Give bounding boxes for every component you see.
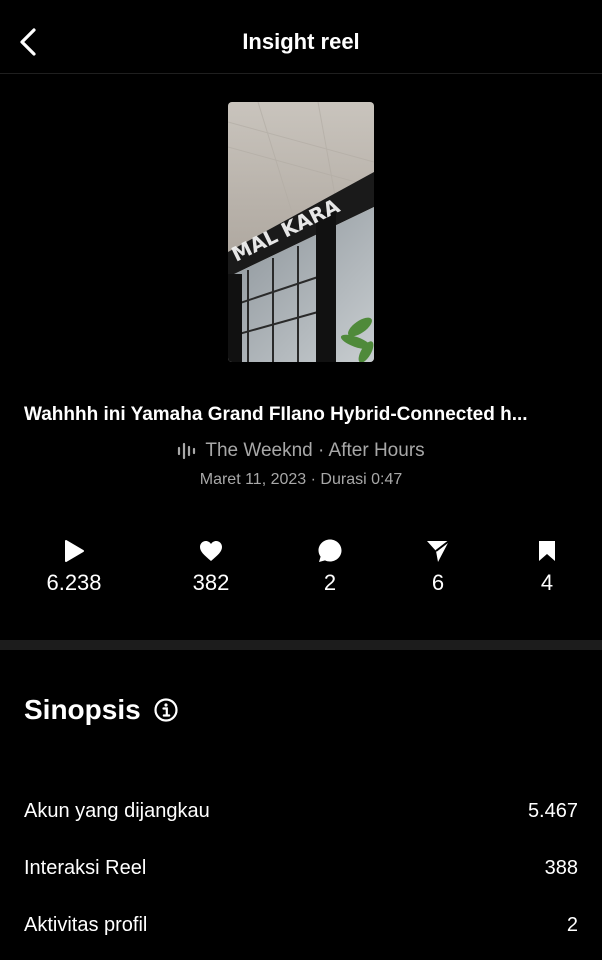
info-button[interactable] [153,697,179,723]
stat-shares-value: 6 [431,570,445,595]
stat-comments[interactable]: 2 [280,536,380,598]
audio-label: The Weeknd · After Hours [205,440,425,461]
overview-header: Sinopsis [24,692,179,728]
bookmark-icon [539,541,555,561]
send-icon [427,540,450,562]
reel-thumbnail[interactable]: MAL KARA [228,102,374,362]
info-icon [154,698,178,722]
top-bar: Insight reel [0,0,602,74]
heart-icon [200,541,222,561]
metric-value: 388 [544,856,578,879]
stat-comments-value: 2 [323,570,337,595]
reel-caption: Wahhhh ini Yamaha Grand FIlano Hybrid-Co… [24,404,528,425]
play-icon [65,540,84,562]
stat-shares[interactable]: 6 [388,536,488,598]
stat-likes-value: 382 [192,570,230,595]
metric-value: 2 [566,913,578,936]
stat-saves[interactable]: 4 [497,536,597,598]
metric-row-profile-activity[interactable]: Aktivitas profil 2 [24,910,578,940]
comment-icon [318,539,342,562]
reel-meta: Maret 11, 2023 · Durasi 0:47 [0,468,602,492]
stat-plays-value: 6.238 [46,570,102,595]
audio-track[interactable]: The Weeknd · After Hours [0,438,602,464]
metric-label: Aktivitas profil [24,913,148,936]
meta-separator: · [310,471,316,488]
metric-row-interactions[interactable]: Interaksi Reel 388 [24,853,578,883]
overview-title: Sinopsis [24,694,141,725]
reel-duration: Durasi 0:47 [320,471,403,488]
reel-thumbnail-image: MAL KARA [228,102,374,362]
section-divider [0,640,602,650]
stat-likes[interactable]: 382 [161,536,261,598]
metric-label: Akun yang dijangkau [24,799,210,822]
reel-date: Maret 11, 2023 [199,471,307,488]
metric-row-reach[interactable]: Akun yang dijangkau 5.467 [24,796,578,826]
stat-saves-value: 4 [540,570,554,595]
metric-label: Interaksi Reel [24,856,147,879]
audio-wave-icon [178,442,196,460]
metric-value: 5.467 [527,799,578,822]
stat-plays[interactable]: 6.238 [24,536,124,598]
page-title: Insight reel [242,29,360,54]
